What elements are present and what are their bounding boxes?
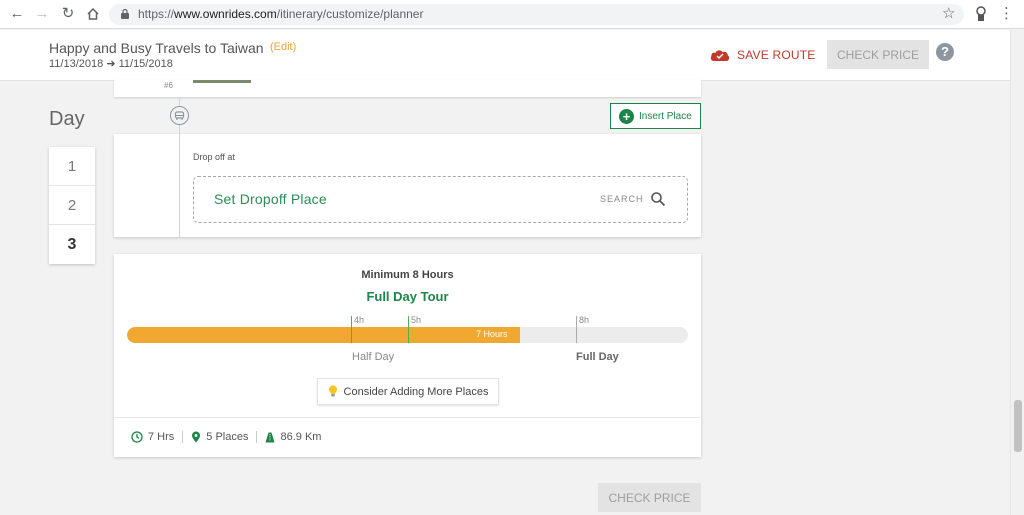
tour-type: Full Day Tour [366,289,449,304]
help-icon[interactable]: ? [936,43,954,61]
forward-arrow-icon[interactable]: → [33,5,51,23]
extension-icon[interactable] [975,6,987,22]
kebab-menu-icon[interactable]: ⋮ [999,5,1014,23]
check-price-bottom-button[interactable]: CHECK PRICE [598,483,701,512]
tick-4h [351,316,352,343]
tour-summary-card: Minimum 8 Hours Full Day Tour 7 Hours 4h… [114,254,701,457]
dropoff-card: Drop off at Set Dropoff Place SEARCH [114,134,701,237]
heart-cloud-icon [710,50,730,61]
arrow-right-icon: ➜ [106,58,116,70]
search-icon[interactable] [650,191,666,207]
car-icon [170,106,189,125]
dropoff-label: Drop off at [193,152,235,162]
search-label: SEARCH [600,194,644,204]
hours-progress-fill [127,327,520,343]
plus-icon: + [619,108,634,124]
timeline-line [179,134,180,237]
tick-label-8h: 8h [579,315,590,325]
previous-place-card[interactable]: #6 [114,80,701,97]
insert-place-button[interactable]: + Insert Place [610,103,701,129]
scrollbar-thumb[interactable] [1014,400,1022,452]
consider-adding-places-button[interactable]: Consider Adding More Places [317,378,499,405]
itinerary-header: Happy and Busy Travels to Taiwan (Edit) … [0,30,1010,81]
day-tab-2[interactable]: 2 [49,186,95,225]
tour-stats: 7 Hrs 5 Places 86.9 Km [131,431,329,443]
start-date: 11/13/2018 [49,58,104,70]
tick-5h [408,316,409,343]
stat-distance: 86.9 Km [256,431,329,443]
page-scrollbar[interactable] [1010,30,1024,515]
home-icon[interactable] [84,5,102,23]
check-price-button[interactable]: CHECK PRICE [827,40,929,69]
lock-icon [121,9,129,19]
save-route-button[interactable]: SAVE ROUTE [710,45,815,65]
bookmark-star-icon[interactable]: ☆ [942,4,955,22]
browser-toolbar: ← → ↻ https://www.ownrides.com/itinerary… [0,0,1024,29]
full-day-label: Full Day [576,351,619,363]
trip-dates: 11/13/2018 ➜ 11/15/2018 [49,57,173,70]
day-heading: Day [49,108,85,130]
stat-places: 5 Places [182,431,256,443]
edit-title-link[interactable]: (Edit) [270,41,296,53]
address-bar[interactable]: https://www.ownrides.com/itinerary/custo… [109,4,964,25]
tick-label-4h: 4h [354,315,365,325]
clock-icon [131,431,143,443]
tick-label-5h: 5h [411,315,422,325]
end-date: 11/15/2018 [118,58,173,70]
day-tab-1[interactable]: 1 [49,147,95,186]
tick-8h [576,316,577,343]
stat-hours: 7 Hrs [131,431,182,443]
lightbulb-icon [328,385,337,397]
url-text: https://www.ownrides.com/itinerary/custo… [138,7,424,21]
minimum-hours: Minimum 8 Hours [361,269,454,281]
day-tabs: 1 2 3 [49,147,95,264]
map-pin-icon [192,431,201,443]
back-arrow-icon[interactable]: ← [8,5,26,23]
reload-icon[interactable]: ↻ [59,5,77,23]
progress-hours-label: 7 Hours [476,329,508,339]
place-thumbnail [193,80,251,83]
divider [114,417,701,418]
road-icon [265,432,275,442]
half-day-label: Half Day [352,351,395,363]
dropoff-place-input[interactable]: Set Dropoff Place SEARCH [193,176,688,223]
dropoff-placeholder: Set Dropoff Place [214,191,327,207]
place-number: #6 [164,81,173,90]
day-tab-3[interactable]: 3 [49,225,95,264]
trip-title: Happy and Busy Travels to Taiwan [49,40,264,56]
